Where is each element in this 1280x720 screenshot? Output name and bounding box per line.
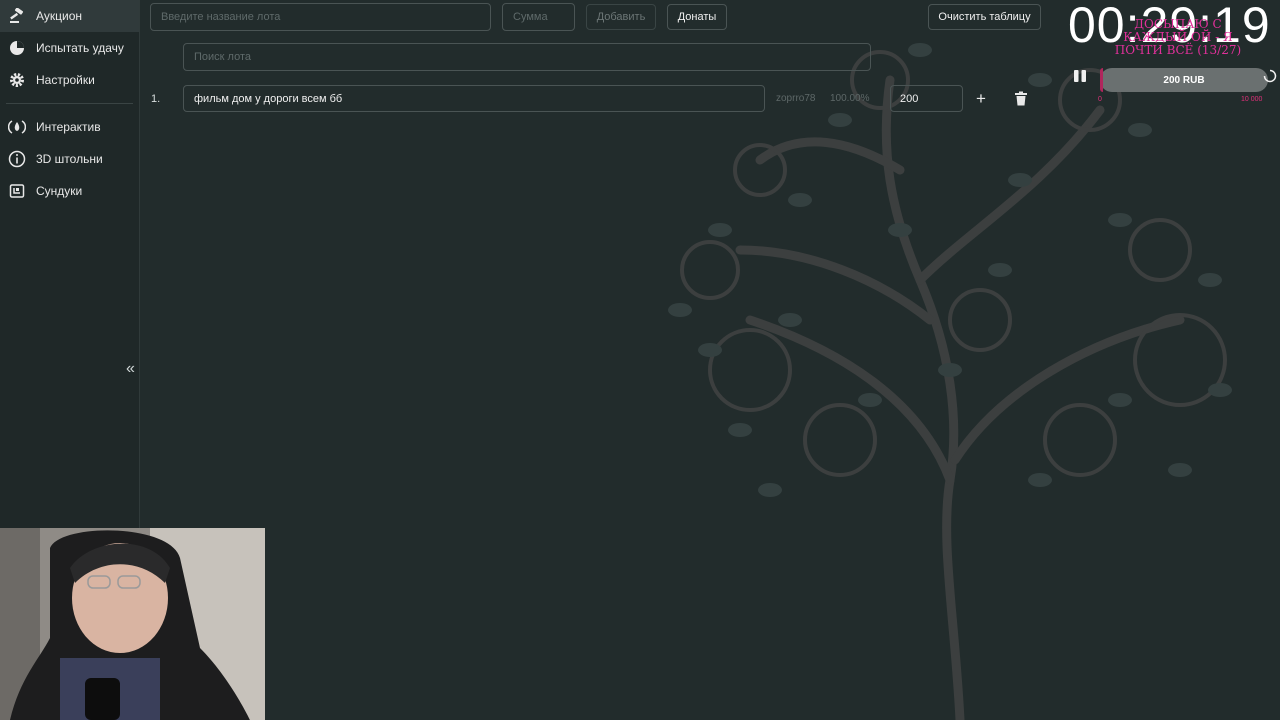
sum-input[interactable] [502,3,575,31]
donations-button[interactable]: Донаты [667,4,727,30]
collapse-sidebar-button[interactable]: « [126,360,135,378]
overlay-line: ПОЧТИ ВСЁ (13/27) [1114,43,1242,57]
app-root: Аукцион Испытать удачу Настройки Интерак… [0,0,1280,720]
stream-overlay-text: ДОСЫПАЮ С КАЖДЫЙ ОЙ - Я ПОЧТИ ВСЁ (13/27… [1104,18,1252,57]
sidebar-item-label: Настройки [36,73,95,87]
sidebar-item-label: Сундуки [36,184,83,198]
lot-user: zoprro78 [776,93,816,104]
slider-min-label: 0 [1098,96,1102,103]
slider-max-label: 10 000 [1241,96,1263,103]
amount-slider[interactable]: 200 RUB [1100,68,1268,92]
trash-icon[interactable] [1014,91,1028,111]
sidebar-divider [6,103,133,104]
add-button[interactable]: Добавить [586,4,656,30]
sidebar-item-label: Интерактив [36,120,101,134]
lot-name-field[interactable]: фильм дом у дороги всем бб [183,85,765,112]
chest-icon [8,182,26,200]
lot-name-input[interactable] [150,3,491,31]
webcam-image [0,528,265,720]
pie-chart-icon [8,39,26,57]
info-icon [8,150,26,168]
sidebar-item-settings[interactable]: Настройки [0,64,139,96]
sidebar-item-label: 3D штольни [36,152,103,166]
sidebar-item-chests[interactable]: Сундуки [0,175,139,207]
lot-index: 1. [151,93,161,105]
gear-icon [8,71,26,89]
sidebar-item-auction[interactable]: Аукцион [0,0,139,32]
search-lot-input[interactable] [183,43,871,71]
slider-value-label: 200 RUB [1163,74,1205,86]
pause-icon[interactable] [1073,69,1087,88]
flame-icon [8,118,26,136]
plus-icon[interactable]: + [976,89,986,109]
tree-background [668,43,1232,720]
sidebar-item-interactive[interactable]: Интерактив [0,111,139,143]
sidebar-item-3d-mines[interactable]: 3D штольни [0,143,139,175]
sidebar-item-label: Аукцион [36,9,82,23]
reset-icon[interactable] [1263,69,1277,88]
lot-amount-field[interactable]: 200 [890,85,963,112]
lot-percent: 100.00% [830,93,870,104]
sidebar-item-luck[interactable]: Испытать удачу [0,32,139,64]
webcam-overlay [0,528,265,720]
sidebar-item-label: Испытать удачу [36,41,124,55]
gavel-icon [8,7,26,25]
clear-table-button[interactable]: Очистить таблицу [928,4,1041,30]
